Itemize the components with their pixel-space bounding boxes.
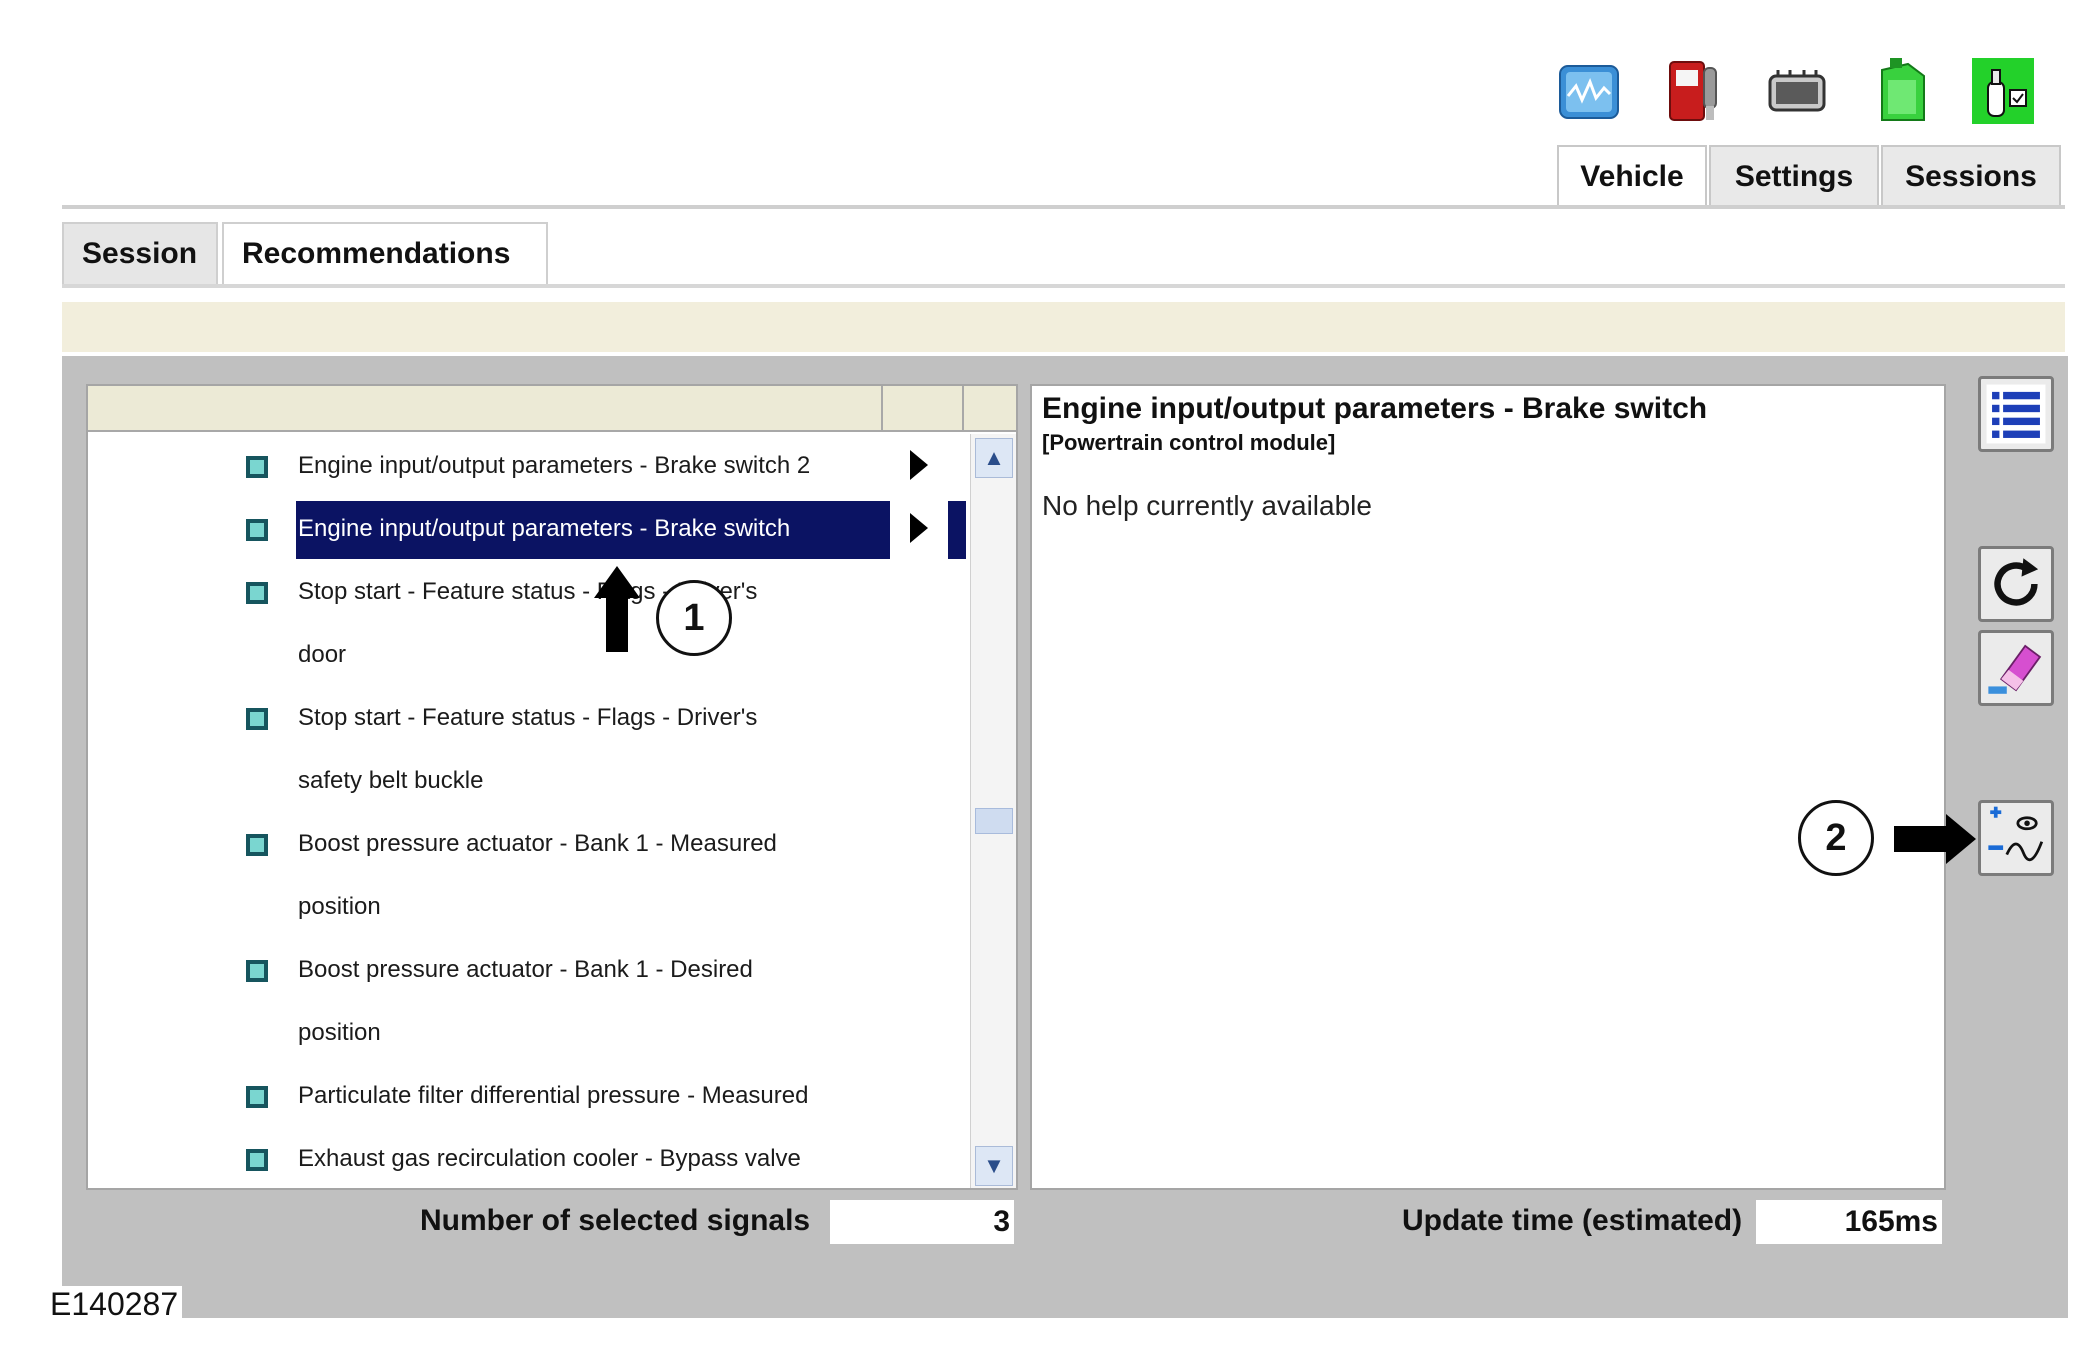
signal-row[interactable]: Boost pressure actuator - Bank 1 - Measu… <box>88 812 968 938</box>
main-tab-divider <box>62 205 2065 209</box>
signal-label-continued: safety belt buckle <box>298 767 484 794</box>
signal-checkbox-icon[interactable] <box>246 456 268 478</box>
update-time-label: Update time (estimated) <box>1402 1204 1743 1237</box>
help-body: No help currently available <box>1042 490 1372 521</box>
signal-list-scrollbar[interactable]: ▲ ▼ <box>970 434 1016 1188</box>
signal-row[interactable]: Exhaust gas recirculation cooler - Bypas… <box>88 1127 968 1188</box>
signal-row[interactable]: Particulate filter differential pressure… <box>88 1064 968 1127</box>
help-panel: Engine input/output parameters - Brake s… <box>1030 384 1946 1190</box>
signal-checkbox-icon[interactable] <box>246 834 268 856</box>
waveform-icon[interactable] <box>1556 56 1622 126</box>
selection-end <box>948 501 966 559</box>
list-view-button[interactable] <box>1978 376 2054 452</box>
signal-label-continued: door <box>298 641 347 668</box>
add-signal-to-graph-button[interactable] <box>1978 800 2054 876</box>
info-bar <box>62 302 2065 352</box>
signal-row[interactable]: Stop start - Feature status - Flags - Dr… <box>88 560 968 686</box>
callout-arrow-up <box>594 566 640 652</box>
signal-row[interactable]: Stop start - Feature status - Flags - Dr… <box>88 686 968 812</box>
signal-checkbox-icon[interactable] <box>246 708 268 730</box>
scroll-up-button[interactable]: ▲ <box>975 438 1013 478</box>
signal-label-continued: position <box>298 893 381 920</box>
checklist-icon[interactable] <box>1970 56 2036 126</box>
signal-label: Boost pressure actuator - Bank 1 - Desir… <box>298 956 753 983</box>
graph-add-icon <box>1988 806 2044 862</box>
signal-checkbox-icon[interactable] <box>246 519 268 541</box>
callout-arrow-right <box>1894 814 1976 864</box>
signal-label: Stop start - Feature status - Flags - Dr… <box>298 704 758 731</box>
expand-arrow-icon[interactable] <box>910 450 928 480</box>
fuel-can-icon[interactable] <box>1868 56 1934 126</box>
signal-checkbox-icon[interactable] <box>246 1086 268 1108</box>
column-divider <box>881 386 883 432</box>
signals-panel: Engine input/output parameters - Brake s… <box>86 384 1018 1190</box>
signal-label: Particulate filter differential pressure… <box>298 1082 809 1109</box>
signal-checkbox-icon[interactable] <box>246 582 268 604</box>
callout-2: 2 <box>1798 800 1874 876</box>
signal-row[interactable]: Engine input/output parameters - Brake s… <box>88 434 968 497</box>
list-icon <box>1986 384 2046 444</box>
signal-label: Engine input/output parameters - Brake s… <box>298 515 791 542</box>
clear-button[interactable] <box>1978 630 2054 706</box>
tab-recommendations[interactable]: Recommendations <box>222 222 548 284</box>
tab-sessions[interactable]: Sessions <box>1881 145 2061 207</box>
module-icon[interactable] <box>1764 56 1830 126</box>
tab-settings[interactable]: Settings <box>1709 145 1879 207</box>
eraser-icon <box>1988 644 2042 694</box>
signal-row[interactable]: Boost pressure actuator - Bank 1 - Desir… <box>88 938 968 1064</box>
expand-arrow-icon[interactable] <box>910 513 928 543</box>
main-tab-bar: Vehicle Settings Sessions <box>1557 145 2063 207</box>
status-strip <box>190 1276 2065 1318</box>
signal-label: Boost pressure actuator - Bank 1 - Measu… <box>298 830 777 857</box>
fuel-pump-icon[interactable] <box>1660 56 1726 126</box>
figure-label: E140287 <box>46 1286 183 1323</box>
signal-checkbox-icon[interactable] <box>246 1149 268 1171</box>
scroll-down-button[interactable]: ▼ <box>975 1146 1013 1186</box>
signal-label-continued: position <box>298 1019 381 1046</box>
refresh-icon <box>1994 558 2039 606</box>
refresh-button[interactable] <box>1978 546 2054 622</box>
scroll-thumb[interactable] <box>975 808 1013 834</box>
signal-checkbox-icon[interactable] <box>246 960 268 982</box>
tab-session[interactable]: Session <box>62 222 218 284</box>
column-header <box>88 386 1016 432</box>
selected-signals-value: 3 <box>830 1200 1014 1244</box>
signal-label: Engine input/output parameters - Brake s… <box>298 452 811 479</box>
column-divider <box>962 386 964 432</box>
help-title: Engine input/output parameters - Brake s… <box>1042 392 1708 425</box>
signal-row[interactable]: Engine input/output parameters - Brake s… <box>88 497 968 560</box>
update-time-value: 165ms <box>1756 1200 1942 1244</box>
callout-1: 1 <box>656 580 732 656</box>
sub-tab-bar: Session Recommendations <box>62 222 552 284</box>
sub-tab-divider <box>62 284 2065 288</box>
help-subtitle: [Powertrain control module] <box>1042 430 1336 455</box>
selected-signals-label: Number of selected signals <box>420 1204 811 1237</box>
tab-vehicle[interactable]: Vehicle <box>1557 145 1707 207</box>
signal-label: Exhaust gas recirculation cooler - Bypas… <box>298 1145 801 1172</box>
